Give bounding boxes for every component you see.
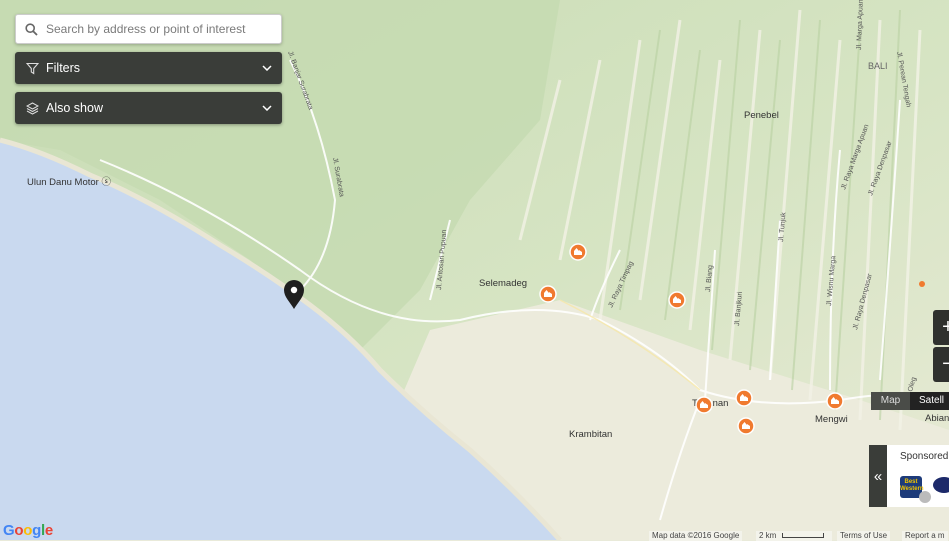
sponsored-content: Sponsored Best Western [887,445,949,507]
sponsored-toggle-button[interactable]: « [869,445,887,507]
chevron-down-icon [262,105,272,111]
layers-icon [26,101,40,115]
sponsored-panel: « Sponsored Best Western [869,445,949,507]
zoom-in-button[interactable]: + [933,310,949,345]
place-label-mengwi: Mengwi [815,414,848,425]
filter-icon [26,61,40,75]
hotel-icon[interactable] [569,243,587,261]
place-label-selemadeg: Selemadeg [479,278,527,289]
chevron-down-icon [262,65,272,71]
search-input[interactable] [44,21,268,37]
hotel-icon[interactable] [735,389,753,407]
scale-label: 2 km [759,531,777,540]
search-box [15,14,282,44]
place-label-ulun: Ulun Danu Motor ⓢ [27,177,111,188]
place-label-bali: BALI [868,61,888,71]
checkmark-icon [919,491,931,503]
zoom-out-button[interactable]: − [933,347,949,382]
place-label-abian: Abian [925,413,949,424]
scale-line [781,533,824,539]
map-type-satellite-button[interactable]: Satell [910,392,949,410]
sponsored-title: Sponsored [900,451,949,462]
also-show-dropdown[interactable]: Also show [15,92,282,124]
poi-dot[interactable] [919,281,925,287]
hotel-icon[interactable] [539,285,557,303]
place-label-penebel: Penebel [744,110,779,121]
hotel-icon[interactable] [695,396,713,414]
filters-dropdown[interactable]: Filters [15,52,282,84]
place-label-krambitan: Krambitan [569,429,612,440]
hotel-icon[interactable] [826,392,844,410]
google-logo: Google [3,522,53,539]
filters-label: Filters [46,61,81,75]
map-type-map-button[interactable]: Map [871,392,910,410]
google-logo-text: Google [3,522,53,539]
hotel-icon[interactable] [668,291,686,309]
also-show-label: Also show [46,101,103,115]
search-icon [25,22,38,36]
hotel-icon[interactable] [737,417,755,435]
sponsor-logo-2[interactable] [933,477,949,493]
